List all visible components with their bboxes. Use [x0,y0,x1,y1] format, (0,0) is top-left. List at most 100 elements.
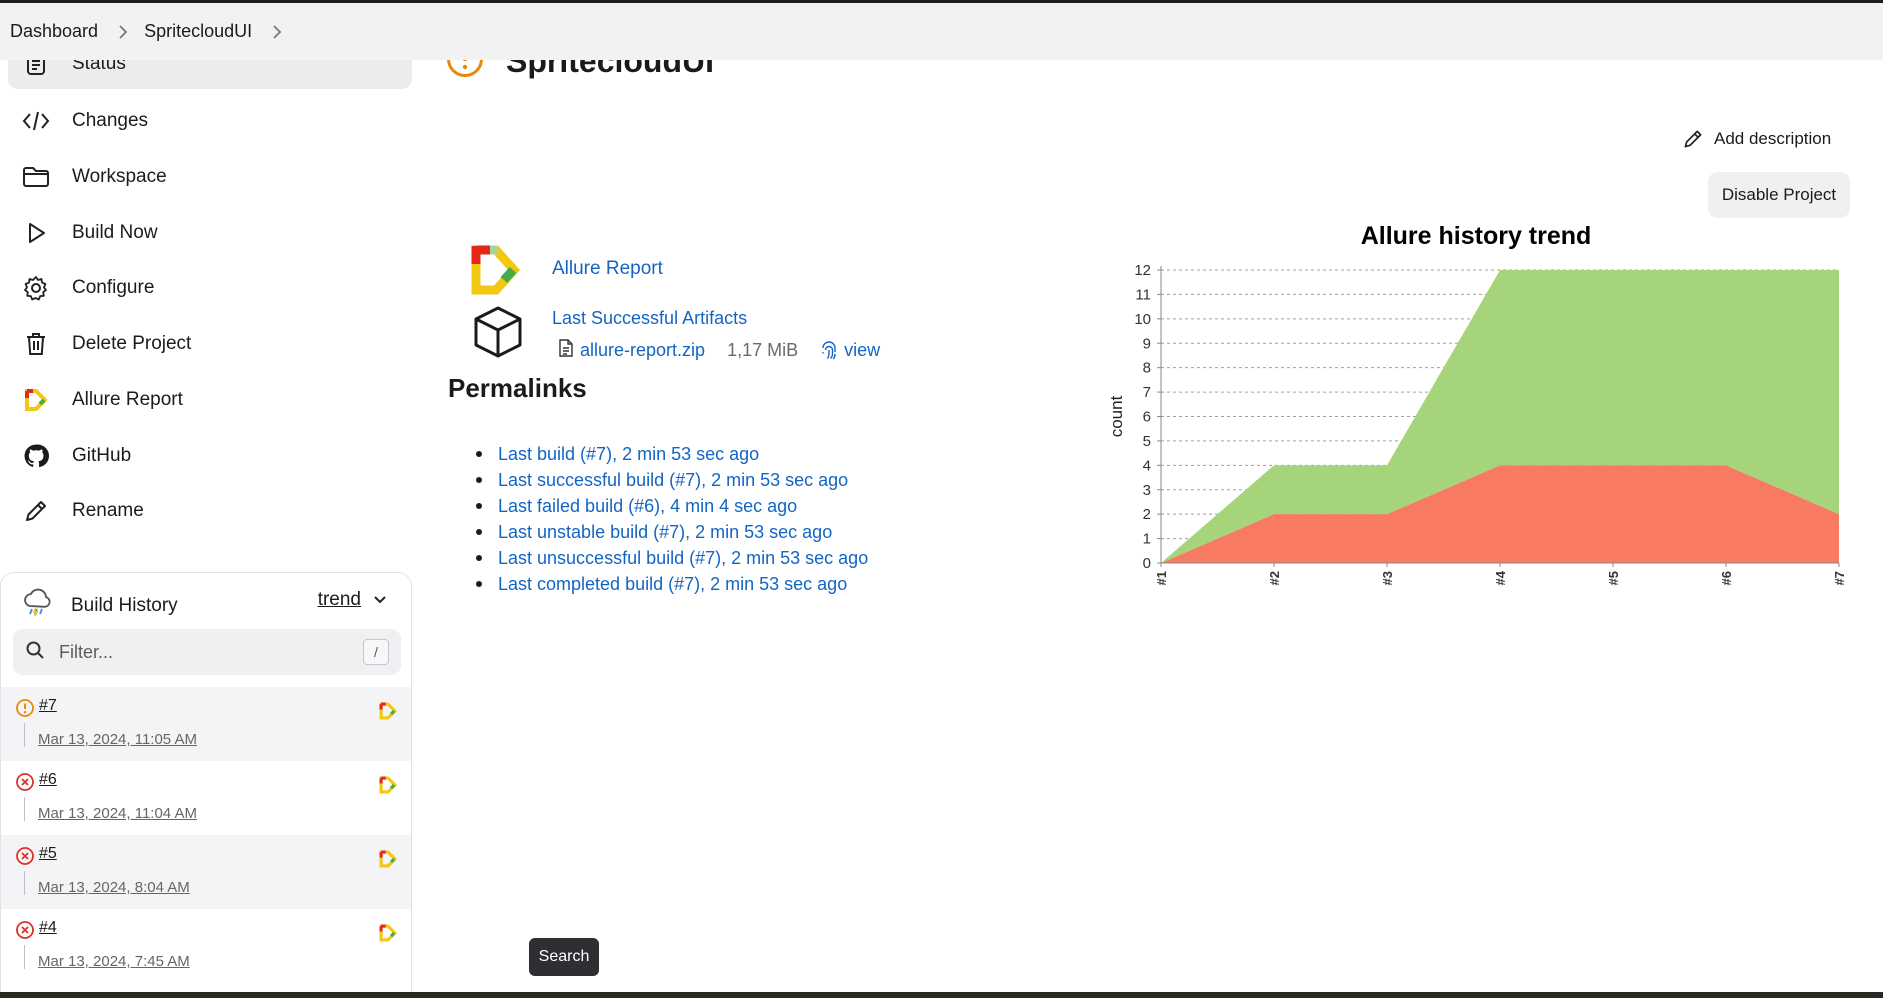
build-date-link[interactable]: Mar 13, 2024, 11:04 AM [38,805,197,822]
sidebar-item-build-now[interactable]: Build Now [8,208,412,258]
gear-icon [22,274,50,302]
permalink-last-completed[interactable]: Last completed build (#7), 2 min 53 sec … [498,574,847,595]
failed-icon [15,846,35,866]
artifact-row: allure-report.zip 1,17 MiB view [558,338,880,363]
list-item: Last failed build (#6), 4 min 4 sec ago [476,493,868,519]
permalinks-heading: Permalinks [448,373,587,403]
chart-y-tick-label: 6 [1143,409,1151,426]
chart-y-tick-label: 0 [1143,555,1151,572]
sidebar-item-github[interactable]: GitHub [8,431,412,481]
bullet [476,503,482,509]
allure-icon[interactable] [378,701,398,721]
build-row-5: #5 Mar 13, 2024, 8:04 AM [1,835,411,909]
chart-y-tick-label: 4 [1143,457,1151,474]
artifact-file-size: 1,17 MiB [727,340,799,360]
build-number-link[interactable]: #6 [39,771,57,789]
permalink-last-unsuccessful[interactable]: Last unsuccessful build (#7), 2 min 53 s… [498,548,868,569]
build-history-panel: Build History trend / #7 Mar 13, 2024, 1… [0,572,412,992]
artifact-view-link[interactable]: view [820,340,880,361]
sidebar-item-label: Changes [72,110,149,131]
search-tooltip: Search [529,938,599,976]
chart-x-tick-label: #5 [1606,571,1621,585]
filter-box: / [13,629,401,675]
breadcrumb-project[interactable]: SpritecloudUI [144,21,252,42]
breadcrumb-dashboard[interactable]: Dashboard [10,21,98,42]
build-number-link[interactable]: #4 [39,919,57,937]
sidebar-item-label: Configure [72,277,155,298]
build-date-link[interactable]: Mar 13, 2024, 7:45 AM [38,953,190,970]
permalink-last-failed[interactable]: Last failed build (#6), 4 min 4 sec ago [498,496,797,517]
permalink-last-build[interactable]: Last build (#7), 2 min 53 sec ago [498,444,759,465]
disable-project-button[interactable]: Disable Project [1708,172,1850,218]
keyboard-shortcut-hint: / [363,639,389,665]
build-number-link[interactable]: #7 [39,697,57,715]
sidebar-item-configure[interactable]: Configure [8,263,412,313]
last-successful-artifacts-link[interactable]: Last Successful Artifacts [552,308,747,329]
breadcrumb: Dashboard SpritecloudUI [0,3,1883,60]
chevron-right-icon [118,24,128,40]
bullet [476,477,482,483]
chart-y-tick-label: 3 [1143,482,1151,499]
chart-x-tick-label: #4 [1493,570,1508,585]
window-bottom-edge [0,992,1883,998]
allure-icon[interactable] [378,849,398,869]
build-date-link[interactable]: Mar 13, 2024, 11:05 AM [38,731,197,748]
chart-x-tick-label: #1 [1154,571,1169,585]
bullet [476,451,482,457]
play-icon [22,219,50,247]
github-icon [22,442,50,470]
build-row-7: #7 Mar 13, 2024, 11:05 AM [1,687,411,761]
allure-icon[interactable] [378,775,398,795]
bullet [476,555,482,561]
bullet [476,529,482,535]
build-date-link[interactable]: Mar 13, 2024, 8:04 AM [38,879,190,896]
add-description-label: Add description [1714,129,1832,148]
chart-y-tick-label: 5 [1143,433,1151,450]
list-item: Last unstable build (#7), 2 min 53 sec a… [476,519,868,545]
add-description-link[interactable]: Add description [1682,128,1831,150]
timeline-line [24,723,25,747]
chart-y-ticks: 0123456789101112 [1134,262,1161,572]
allure-history-trend-chart[interactable]: Allure history trend count 0123456789101… [1100,214,1850,604]
failed-icon [15,772,35,792]
timeline-line [24,871,25,895]
allure-report-link[interactable]: Allure Report [552,258,663,280]
sidebar-item-label: Build Now [72,222,158,243]
sidebar-item-workspace[interactable]: Workspace [8,152,412,202]
trash-icon [22,330,50,358]
allure-logo-icon [468,242,524,298]
file-icon [558,338,574,363]
code-icon [22,107,50,135]
build-row-6: #6 Mar 13, 2024, 11:04 AM [1,761,411,835]
build-filter-input[interactable] [59,641,339,663]
permalink-last-successful[interactable]: Last successful build (#7), 2 min 53 sec… [498,470,848,491]
chart-y-tick-label: 12 [1134,262,1151,279]
sidebar-item-delete-project[interactable]: Delete Project [8,319,412,369]
timeline-line [24,945,25,969]
chart-y-tick-label: 8 [1143,360,1151,377]
build-number-link[interactable]: #5 [39,845,57,863]
artifact-file-link[interactable]: allure-report.zip [580,340,705,361]
sidebar-item-label: Delete Project [72,333,192,354]
allure-icon[interactable] [378,923,398,943]
build-history-title: Build History [71,594,178,616]
weather-stormy-icon [21,587,53,624]
chart-areas [1161,270,1839,563]
chart-y-axis-label: count [1107,395,1126,437]
chart-y-tick-label: 1 [1143,531,1151,548]
sidebar-item-rename[interactable]: Rename [8,486,412,536]
chevron-right-icon[interactable] [272,24,282,40]
trend-dropdown[interactable]: trend [318,589,387,611]
chart-title: Allure history trend [1361,222,1592,250]
failed-icon [15,920,35,940]
build-row-4: #4 Mar 13, 2024, 7:45 AM [1,909,411,983]
sidebar-item-label: Allure Report [72,389,183,410]
sidebar-item-allure-report[interactable]: Allure Report [8,375,412,425]
package-icon [470,304,526,360]
permalink-last-unstable[interactable]: Last unstable build (#7), 2 min 53 sec a… [498,522,832,543]
sidebar-item-changes[interactable]: Changes [8,96,412,146]
pencil-icon [1682,128,1704,150]
sidebar-item-label: Rename [72,500,144,521]
sidebar-item-label: Workspace [72,166,167,187]
bullet [476,581,482,587]
